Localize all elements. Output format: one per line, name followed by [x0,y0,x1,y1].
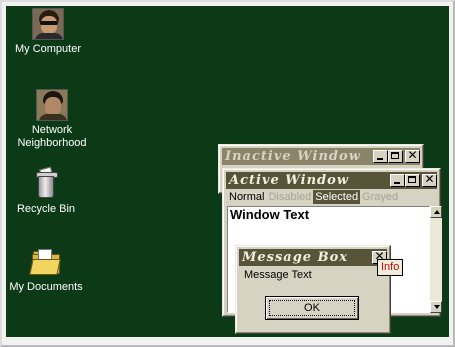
desktop-icon-network-neighborhood[interactable]: Network Neighborhood [12,89,92,150]
message-box-titlebar[interactable]: Message Box ✕ [239,249,387,266]
preview-frame: My Computer Network Neighborhood Recycle… [0,0,455,347]
close-icon: ✕ [424,172,435,186]
person-portrait-icon [36,89,68,121]
tooltip: Info [377,259,404,276]
menu-bar: Normal Disabled Selected Grayed [227,190,400,204]
maximize-button[interactable] [405,174,420,187]
folder-documents-icon [29,246,62,278]
close-button[interactable]: ✕ [405,148,420,163]
vertical-scrollbar[interactable] [430,206,442,313]
scroll-down-button[interactable] [430,301,442,313]
person-sunglasses-icon [32,8,64,40]
desktop-icon-recycle-bin[interactable]: Recycle Bin [6,166,86,216]
menu-item-disabled: Disabled [268,191,312,203]
arrow-down-icon [434,305,440,309]
tooltip-text: Info [381,261,400,273]
inactive-window-titlebar[interactable]: Inactive Window ✕ [222,148,420,165]
close-icon: ✕ [407,148,418,162]
arrow-up-icon [434,210,440,214]
message-box-title: Message Box [242,250,349,265]
window-text: Window Text [230,207,310,222]
scroll-up-button[interactable] [430,206,442,218]
desktop-icon-label: My Documents [9,281,83,293]
minimize-icon [394,182,400,184]
maximize-button[interactable] [388,150,403,163]
menu-item-normal[interactable]: Normal [227,190,266,204]
recycle-bin-icon [30,166,62,200]
inactive-window-title: Inactive Window [225,149,361,164]
message-text: Message Text [244,269,312,281]
maximize-icon [408,176,416,183]
desktop-icon-my-computer[interactable]: My Computer [8,8,88,56]
desktop-icon-label: Recycle Bin [16,203,76,215]
maximize-icon [391,152,399,159]
menu-item-selected[interactable]: Selected [313,190,361,204]
desktop-icon-label: My Computer [14,43,82,55]
focus-rectangle [269,300,355,316]
desktop-icon-label-line2: Neighborhood [17,137,87,149]
desktop-icon-my-documents[interactable]: My Documents [6,246,86,294]
desktop-icon-label-line1: Network [31,124,73,136]
minimize-button[interactable] [373,150,388,163]
active-window-titlebar[interactable]: Active Window ✕ [226,172,437,189]
active-window-title: Active Window [229,173,350,188]
minimize-button[interactable] [390,174,405,187]
menu-item-grayed: Grayed [362,191,399,203]
message-box[interactable]: Message Box ✕ Message Text OK [235,245,391,334]
ok-button[interactable]: OK [265,296,359,320]
close-button[interactable]: ✕ [422,172,437,187]
minimize-icon [377,158,383,160]
